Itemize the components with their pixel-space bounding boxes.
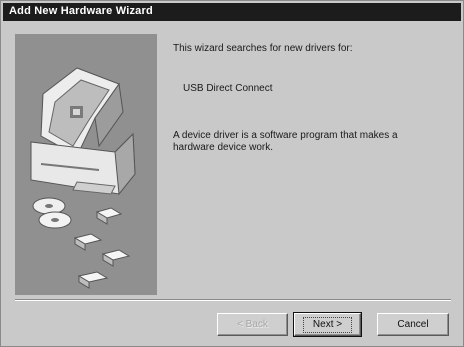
description-line: hardware device work.	[173, 142, 274, 153]
button-separator	[15, 299, 451, 301]
diskette-icon	[73, 207, 131, 289]
back-button[interactable]: < Back	[217, 313, 288, 336]
description-line: A device driver is a software program th…	[173, 130, 398, 141]
window-title: Add New Hardware Wizard	[9, 5, 153, 17]
description-text: A device driver is a software program th…	[173, 130, 443, 154]
device-name: USB Direct Connect	[183, 83, 273, 94]
wizard-window: Add New Hardware Wizard This wizard sear…	[0, 0, 464, 347]
title-bar[interactable]: Add New Hardware Wizard	[3, 3, 461, 21]
cancel-button[interactable]: Cancel	[377, 313, 449, 336]
next-button-label: Next >	[302, 317, 353, 333]
next-button[interactable]: Next >	[293, 312, 362, 337]
wizard-illustration-panel	[15, 34, 157, 295]
intro-text: This wizard searches for new drivers for…	[173, 43, 353, 54]
